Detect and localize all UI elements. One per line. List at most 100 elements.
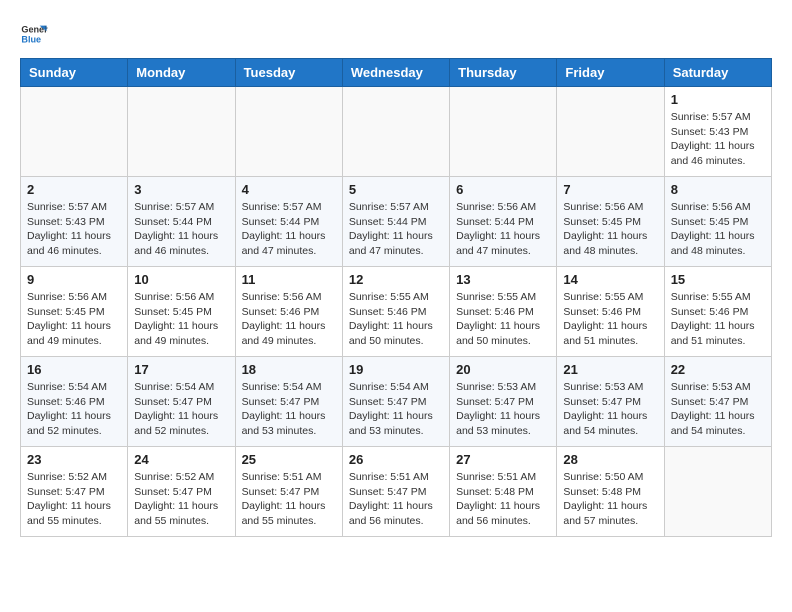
day-number: 27	[456, 452, 550, 467]
day-info: Sunrise: 5:50 AM Sunset: 5:48 PM Dayligh…	[563, 470, 657, 529]
calendar-cell	[664, 447, 771, 537]
day-info: Sunrise: 5:57 AM Sunset: 5:43 PM Dayligh…	[671, 110, 765, 169]
day-info: Sunrise: 5:51 AM Sunset: 5:47 PM Dayligh…	[242, 470, 336, 529]
calendar-cell: 5 Sunrise: 5:57 AM Sunset: 5:44 PM Daylig…	[342, 177, 449, 267]
calendar-cell: 7 Sunrise: 5:56 AM Sunset: 5:45 PM Daylig…	[557, 177, 664, 267]
day-number: 22	[671, 362, 765, 377]
logo-icon: General Blue	[20, 20, 48, 48]
day-number: 9	[27, 272, 121, 287]
calendar-table: SundayMondayTuesdayWednesdayThursdayFrid…	[20, 58, 772, 537]
day-info: Sunrise: 5:53 AM Sunset: 5:47 PM Dayligh…	[456, 380, 550, 439]
weekday-header-friday: Friday	[557, 59, 664, 87]
day-number: 12	[349, 272, 443, 287]
day-number: 18	[242, 362, 336, 377]
day-number: 6	[456, 182, 550, 197]
calendar-cell	[128, 87, 235, 177]
page-header: General Blue	[20, 20, 772, 48]
weekday-header-monday: Monday	[128, 59, 235, 87]
calendar-cell: 1 Sunrise: 5:57 AM Sunset: 5:43 PM Daylig…	[664, 87, 771, 177]
day-number: 14	[563, 272, 657, 287]
calendar-cell: 25 Sunrise: 5:51 AM Sunset: 5:47 PM Dayli…	[235, 447, 342, 537]
weekday-header-saturday: Saturday	[664, 59, 771, 87]
day-number: 24	[134, 452, 228, 467]
calendar-cell: 13 Sunrise: 5:55 AM Sunset: 5:46 PM Dayli…	[450, 267, 557, 357]
calendar-cell	[557, 87, 664, 177]
calendar-cell: 26 Sunrise: 5:51 AM Sunset: 5:47 PM Dayli…	[342, 447, 449, 537]
day-info: Sunrise: 5:55 AM Sunset: 5:46 PM Dayligh…	[349, 290, 443, 349]
day-number: 17	[134, 362, 228, 377]
day-number: 5	[349, 182, 443, 197]
day-info: Sunrise: 5:53 AM Sunset: 5:47 PM Dayligh…	[563, 380, 657, 439]
calendar-cell: 15Sunrise: 5:55 AM Sunset: 5:46 PM Dayli…	[664, 267, 771, 357]
day-number: 4	[242, 182, 336, 197]
calendar-cell	[450, 87, 557, 177]
calendar-body: 1 Sunrise: 5:57 AM Sunset: 5:43 PM Daylig…	[21, 87, 772, 537]
calendar-cell: 3 Sunrise: 5:57 AM Sunset: 5:44 PM Daylig…	[128, 177, 235, 267]
day-info: Sunrise: 5:55 AM Sunset: 5:46 PM Dayligh…	[563, 290, 657, 349]
day-number: 26	[349, 452, 443, 467]
day-info: Sunrise: 5:56 AM Sunset: 5:44 PM Dayligh…	[456, 200, 550, 259]
calendar-week-5: 23 Sunrise: 5:52 AM Sunset: 5:47 PM Dayli…	[21, 447, 772, 537]
calendar-cell: 14 Sunrise: 5:55 AM Sunset: 5:46 PM Dayli…	[557, 267, 664, 357]
day-info: Sunrise: 5:54 AM Sunset: 5:47 PM Dayligh…	[134, 380, 228, 439]
calendar-cell: 24 Sunrise: 5:52 AM Sunset: 5:47 PM Dayli…	[128, 447, 235, 537]
svg-text:Blue: Blue	[21, 34, 41, 44]
day-number: 23	[27, 452, 121, 467]
day-info: Sunrise: 5:54 AM Sunset: 5:47 PM Dayligh…	[242, 380, 336, 439]
calendar-cell: 20 Sunrise: 5:53 AM Sunset: 5:47 PM Dayli…	[450, 357, 557, 447]
calendar-week-4: 16Sunrise: 5:54 AM Sunset: 5:46 PM Dayli…	[21, 357, 772, 447]
calendar-cell	[21, 87, 128, 177]
weekday-header-sunday: Sunday	[21, 59, 128, 87]
day-info: Sunrise: 5:56 AM Sunset: 5:45 PM Dayligh…	[671, 200, 765, 259]
calendar-cell: 6 Sunrise: 5:56 AM Sunset: 5:44 PM Daylig…	[450, 177, 557, 267]
day-number: 7	[563, 182, 657, 197]
day-info: Sunrise: 5:57 AM Sunset: 5:44 PM Dayligh…	[349, 200, 443, 259]
calendar-cell: 27 Sunrise: 5:51 AM Sunset: 5:48 PM Dayli…	[450, 447, 557, 537]
day-number: 25	[242, 452, 336, 467]
weekday-header-wednesday: Wednesday	[342, 59, 449, 87]
day-info: Sunrise: 5:52 AM Sunset: 5:47 PM Dayligh…	[27, 470, 121, 529]
day-number: 11	[242, 272, 336, 287]
calendar-cell: 4 Sunrise: 5:57 AM Sunset: 5:44 PM Daylig…	[235, 177, 342, 267]
logo: General Blue	[20, 20, 48, 48]
weekday-header-tuesday: Tuesday	[235, 59, 342, 87]
day-info: Sunrise: 5:51 AM Sunset: 5:48 PM Dayligh…	[456, 470, 550, 529]
day-info: Sunrise: 5:56 AM Sunset: 5:45 PM Dayligh…	[134, 290, 228, 349]
calendar-week-1: 1 Sunrise: 5:57 AM Sunset: 5:43 PM Daylig…	[21, 87, 772, 177]
calendar-cell: 10Sunrise: 5:56 AM Sunset: 5:45 PM Dayli…	[128, 267, 235, 357]
calendar-cell: 28 Sunrise: 5:50 AM Sunset: 5:48 PM Dayli…	[557, 447, 664, 537]
calendar-week-2: 2 Sunrise: 5:57 AM Sunset: 5:43 PM Daylig…	[21, 177, 772, 267]
calendar-cell: 22 Sunrise: 5:53 AM Sunset: 5:47 PM Dayli…	[664, 357, 771, 447]
day-number: 3	[134, 182, 228, 197]
day-info: Sunrise: 5:55 AM Sunset: 5:46 PM Dayligh…	[456, 290, 550, 349]
calendar-cell: 19Sunrise: 5:54 AM Sunset: 5:47 PM Dayli…	[342, 357, 449, 447]
day-number: 2	[27, 182, 121, 197]
day-info: Sunrise: 5:56 AM Sunset: 5:45 PM Dayligh…	[563, 200, 657, 259]
day-number: 28	[563, 452, 657, 467]
calendar-cell: 23 Sunrise: 5:52 AM Sunset: 5:47 PM Dayli…	[21, 447, 128, 537]
calendar-cell: 21 Sunrise: 5:53 AM Sunset: 5:47 PM Dayli…	[557, 357, 664, 447]
day-info: Sunrise: 5:54 AM Sunset: 5:46 PM Dayligh…	[27, 380, 121, 439]
day-info: Sunrise: 5:57 AM Sunset: 5:44 PM Dayligh…	[242, 200, 336, 259]
calendar-cell: 9Sunrise: 5:56 AM Sunset: 5:45 PM Daylig…	[21, 267, 128, 357]
day-number: 15	[671, 272, 765, 287]
calendar-cell: 17 Sunrise: 5:54 AM Sunset: 5:47 PM Dayli…	[128, 357, 235, 447]
calendar-week-3: 9 Sunrise: 5:56 AM Sunset: 5:45 PM Daylig…	[21, 267, 772, 357]
day-info: Sunrise: 5:52 AM Sunset: 5:47 PM Dayligh…	[134, 470, 228, 529]
day-info: Sunrise: 5:54 AM Sunset: 5:47 PM Dayligh…	[349, 380, 443, 439]
calendar-header: SundayMondayTuesdayWednesdayThursdayFrid…	[21, 59, 772, 87]
calendar-cell: 8Sunrise: 5:56 AM Sunset: 5:45 PM Daylig…	[664, 177, 771, 267]
day-number: 1	[671, 92, 765, 107]
day-number: 20	[456, 362, 550, 377]
calendar-cell	[235, 87, 342, 177]
calendar-cell: 16Sunrise: 5:54 AM Sunset: 5:46 PM Dayli…	[21, 357, 128, 447]
calendar-cell: 11Sunrise: 5:56 AM Sunset: 5:46 PM Dayli…	[235, 267, 342, 357]
day-info: Sunrise: 5:53 AM Sunset: 5:47 PM Dayligh…	[671, 380, 765, 439]
calendar-cell: 18 Sunrise: 5:54 AM Sunset: 5:47 PM Dayli…	[235, 357, 342, 447]
day-info: Sunrise: 5:57 AM Sunset: 5:43 PM Dayligh…	[27, 200, 121, 259]
weekday-header-thursday: Thursday	[450, 59, 557, 87]
day-number: 13	[456, 272, 550, 287]
day-info: Sunrise: 5:57 AM Sunset: 5:44 PM Dayligh…	[134, 200, 228, 259]
day-number: 21	[563, 362, 657, 377]
day-info: Sunrise: 5:51 AM Sunset: 5:47 PM Dayligh…	[349, 470, 443, 529]
